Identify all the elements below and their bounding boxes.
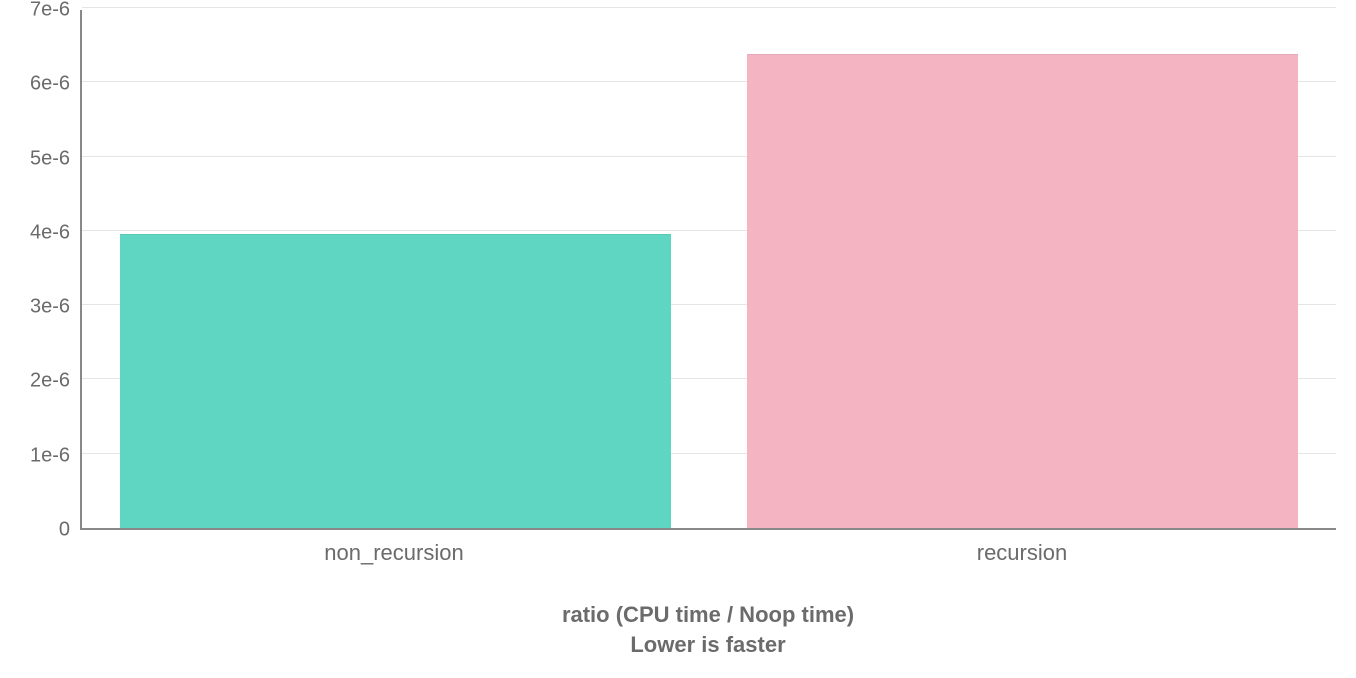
x-tick-label: recursion (708, 540, 1336, 566)
y-tick-label: 2e-6 (10, 370, 70, 393)
x-axis-title: ratio (CPU time / Noop time) Lower is fa… (80, 600, 1336, 659)
y-tick-label: 3e-6 (10, 296, 70, 319)
bars-container (82, 10, 1336, 528)
y-tick-label: 5e-6 (10, 147, 70, 170)
x-axis-title-line2: Lower is faster (630, 632, 785, 657)
bar-non_recursion (120, 234, 672, 528)
y-tick-label: 7e-6 (10, 0, 70, 22)
y-tick-label: 4e-6 (10, 221, 70, 244)
x-axis-labels: non_recursionrecursion (80, 540, 1336, 566)
y-tick-label: 6e-6 (10, 73, 70, 96)
bar-recursion (747, 54, 1299, 528)
grid-line (82, 7, 1336, 8)
x-axis-title-line1: ratio (CPU time / Noop time) (562, 602, 854, 627)
bar-chart: non_recursionrecursion ratio (CPU time /… (0, 0, 1356, 678)
plot-area (80, 10, 1336, 530)
bar-slot (709, 10, 1336, 528)
y-tick-label: 1e-6 (10, 444, 70, 467)
y-tick-label: 0 (10, 519, 70, 542)
bar-slot (82, 10, 709, 528)
x-tick-label: non_recursion (80, 540, 708, 566)
